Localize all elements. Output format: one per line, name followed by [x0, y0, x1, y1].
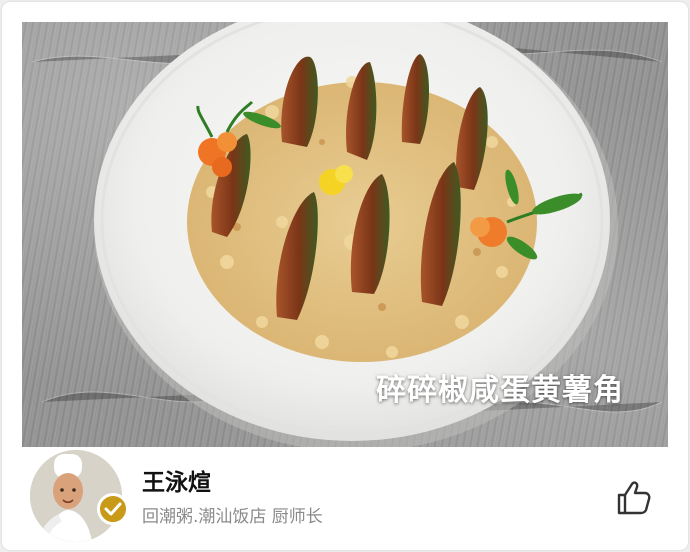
- chef-title: 回潮粥.潮汕饭店 厨师长: [142, 507, 323, 527]
- chef-name[interactable]: 王泳煊: [142, 463, 211, 497]
- verified-badge: [97, 493, 129, 525]
- thumbs-up-icon: [617, 481, 651, 515]
- recipe-card[interactable]: 碎碎椒咸蛋黄薯角 王泳煊 回潮粥.潮汕饭店 厨师长: [2, 2, 688, 550]
- dish-title: 碎碎椒咸蛋黄薯角: [376, 373, 624, 408]
- checkmark-icon: [104, 502, 122, 516]
- chef-info-row[interactable]: 王泳煊 回潮粥.潮汕饭店 厨师长: [22, 447, 668, 550]
- dish-photo[interactable]: 碎碎椒咸蛋黄薯角: [22, 22, 668, 447]
- like-button[interactable]: [612, 477, 654, 519]
